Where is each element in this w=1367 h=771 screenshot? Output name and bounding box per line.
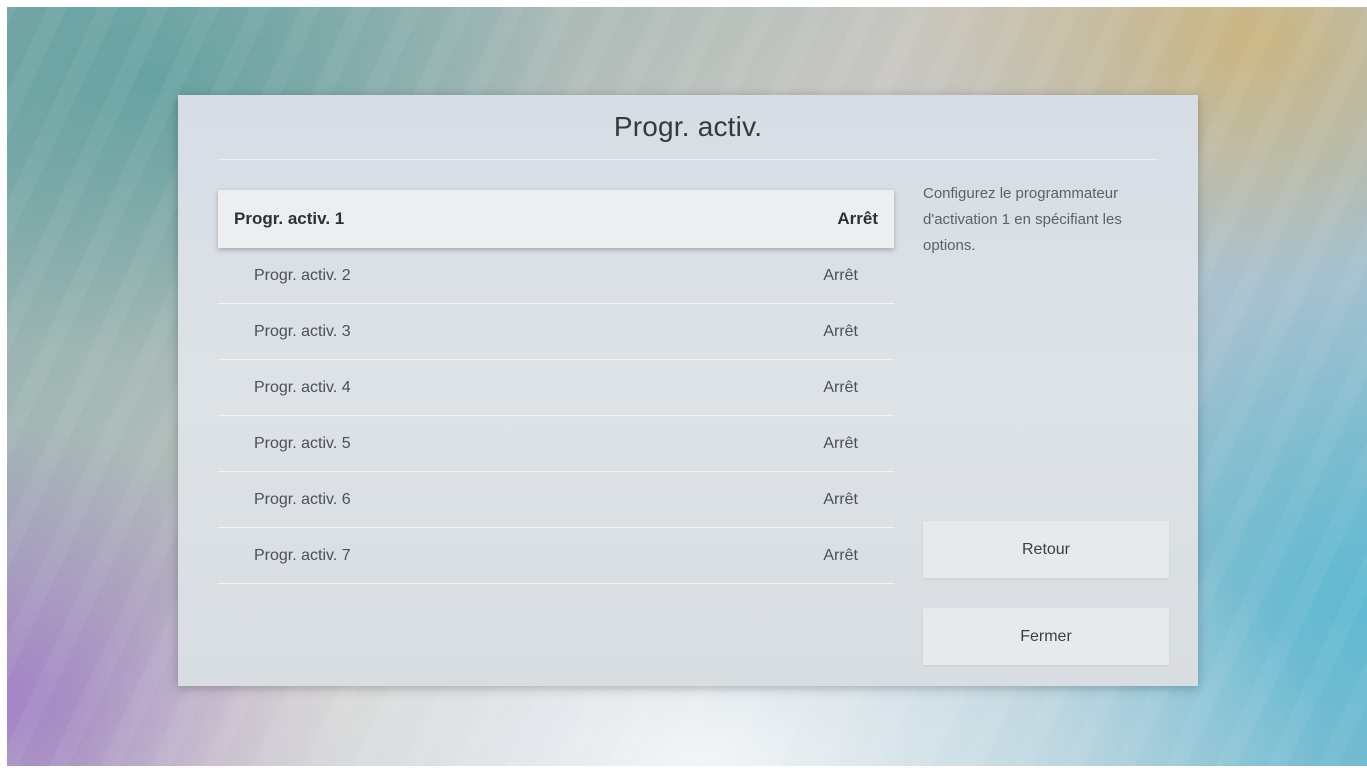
back-button[interactable]: Retour [923, 521, 1169, 578]
close-button[interactable]: Fermer [923, 608, 1169, 665]
list-item-label: Progr. activ. 7 [254, 546, 351, 564]
list-item-label: Progr. activ. 2 [254, 266, 351, 284]
list-item-label: Progr. activ. 6 [254, 490, 351, 508]
list-item-value: Arrêt [823, 546, 858, 564]
timer-list: Progr. activ. 1 Arrêt Progr. activ. 2 Ar… [218, 190, 894, 584]
frame-border [0, 0, 7, 771]
list-item-timer-1[interactable]: Progr. activ. 1 Arrêt [218, 190, 894, 248]
list-item-timer-4[interactable]: Progr. activ. 4 Arrêt [218, 360, 894, 416]
tv-screen: Progr. activ. Progr. activ. 1 Arrêt Prog… [0, 0, 1367, 771]
list-item-value: Arrêt [823, 322, 858, 340]
list-item-timer-6[interactable]: Progr. activ. 6 Arrêt [218, 472, 894, 528]
list-item-timer-7[interactable]: Progr. activ. 7 Arrêt [218, 528, 894, 584]
list-item-label: Progr. activ. 5 [254, 434, 351, 452]
help-panel: Configurez le programmateur d'activation… [923, 181, 1171, 259]
list-item-value: Arrêt [823, 266, 858, 284]
list-item-timer-5[interactable]: Progr. activ. 5 Arrêt [218, 416, 894, 472]
list-item-label: Progr. activ. 1 [234, 209, 345, 228]
list-item-value: Arrêt [823, 378, 858, 396]
frame-border [0, 766, 1367, 771]
list-item-label: Progr. activ. 3 [254, 322, 351, 340]
frame-border [0, 0, 1367, 7]
dialog-header: Progr. activ. [218, 95, 1158, 160]
list-item-timer-3[interactable]: Progr. activ. 3 Arrêt [218, 304, 894, 360]
list-item-timer-2[interactable]: Progr. activ. 2 Arrêt [218, 248, 894, 304]
list-item-label: Progr. activ. 4 [254, 378, 351, 396]
list-item-value: Arrêt [823, 434, 858, 452]
list-item-value: Arrêt [823, 490, 858, 508]
dialog-title: Progr. activ. [613, 111, 763, 142]
wake-up-timer-dialog: Progr. activ. Progr. activ. 1 Arrêt Prog… [178, 95, 1198, 686]
list-item-value: Arrêt [837, 209, 878, 228]
help-description: Configurez le programmateur d'activation… [923, 185, 1122, 254]
